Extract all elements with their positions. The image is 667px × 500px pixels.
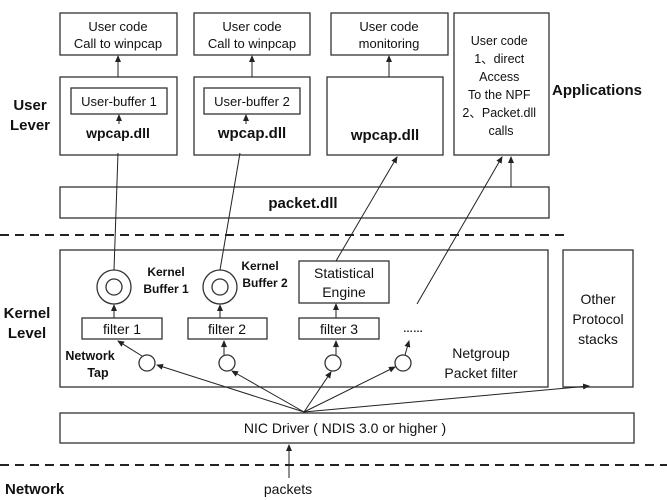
svg-text:filter 3: filter 3 (320, 321, 358, 337)
winpcap-architecture-diagram: User Lever Kernel Level Network Applicatio… (0, 12, 667, 498)
tap-3 (324, 354, 342, 372)
filter-1: filter 1 (81, 317, 163, 340)
user-code-box-3: User code monitoring (330, 12, 449, 56)
filter-2: filter 2 (187, 317, 268, 340)
svg-text:NIC Driver ( NDIS 3.0 or highe: NIC Driver ( NDIS 3.0 or higher ) (244, 420, 446, 436)
wpcap-box-2: User-buffer 2 wpcap.dll (193, 76, 311, 156)
nic-driver-box: NIC Driver ( NDIS 3.0 or higher ) (59, 412, 635, 444)
wpcap-label-3: wpcap.dll (350, 127, 419, 144)
kernel-level-label: Kernel Level (4, 305, 51, 342)
applications-label: Applications (552, 82, 642, 99)
user-level-label: User Lever (10, 97, 50, 134)
tap-1 (138, 354, 156, 372)
filter-3: filter 3 (298, 317, 380, 340)
svg-text:packet.dll: packet.dll (268, 195, 337, 212)
svg-text:filter 1: filter 1 (103, 321, 141, 337)
network-label: Network (5, 481, 65, 498)
user-code-box-1: User code Call to winpcap (59, 12, 178, 56)
user-buffer-1: User-buffer 1 (81, 94, 157, 109)
wpcap-label-1: wpcap.dll (85, 125, 150, 141)
wpcap-box-3: wpcap.dll (326, 76, 444, 156)
other-protocol-box: Other Protocol stacks (562, 249, 634, 388)
more-filters-ellipsis: …… (403, 324, 423, 335)
user-code-box-4: User code 1、direct Access To the NPF 2、P… (453, 12, 550, 156)
wpcap-label-2: wpcap.dll (217, 125, 286, 142)
tap-2 (218, 354, 236, 372)
tap-4 (394, 354, 412, 372)
user-code-box-2: User code Call to winpcap (193, 12, 311, 56)
packets-label: packets (264, 481, 312, 497)
statistical-engine-box: Statistical Engine (298, 260, 390, 304)
user-buffer-2: User-buffer 2 (214, 94, 290, 109)
svg-text:filter 2: filter 2 (208, 321, 246, 337)
